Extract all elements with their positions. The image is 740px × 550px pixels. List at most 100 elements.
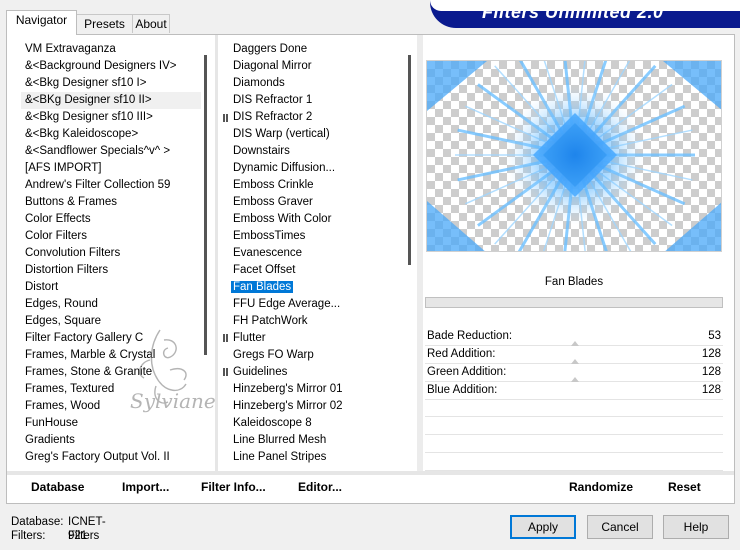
filter-item[interactable]: Line Blurred Mesh: [229, 432, 404, 449]
filter-item[interactable]: DIS Refractor 1: [229, 92, 404, 109]
category-item[interactable]: &<Background Designers IV>: [21, 58, 201, 75]
filter-item[interactable]: EmbossTimes: [229, 228, 404, 245]
category-item[interactable]: Greg's Factory Output Vol. II: [21, 449, 201, 466]
parameter-value: 128: [701, 348, 721, 360]
filter-item[interactable]: Line Panel Stripes: [229, 449, 404, 466]
slider-thumb-icon[interactable]: [571, 341, 579, 346]
filter-item[interactable]: Facet Offset: [229, 262, 404, 279]
filter-item-label: EmbossTimes: [233, 230, 306, 242]
parameter-label: Red Addition:: [427, 348, 496, 360]
parameter-row[interactable]: Blue Addition: 128: [425, 377, 723, 400]
category-item-label: FunHouse: [25, 417, 79, 429]
parameter-value: 128: [701, 384, 721, 396]
category-item[interactable]: &<Bkg Designer sf10 III>: [21, 109, 201, 126]
filter-item[interactable]: Evanescence: [229, 245, 404, 262]
category-item[interactable]: &<Bkg Designer sf10 I>: [21, 75, 201, 92]
filter-item-label: FH PatchWork: [233, 315, 308, 327]
database-label: Database:: [11, 516, 64, 528]
tab-about[interactable]: About: [132, 14, 170, 33]
filter-item-label: Emboss Graver: [233, 196, 313, 208]
filter-scrollbar[interactable]: [408, 55, 411, 265]
category-item[interactable]: Color Effects: [21, 211, 201, 228]
category-item-label: [AFS IMPORT]: [25, 162, 102, 174]
category-item[interactable]: Distort: [21, 279, 201, 296]
category-scrollbar[interactable]: [204, 55, 207, 355]
filter-item[interactable]: DIS Refractor 2: [229, 109, 404, 126]
filter-item[interactable]: Daggers Done: [229, 41, 404, 58]
filter-item[interactable]: Diamonds: [229, 75, 404, 92]
help-button[interactable]: Help: [663, 515, 729, 539]
cancel-button[interactable]: Cancel: [587, 515, 653, 539]
filter-item[interactable]: FFU Edge Average...: [229, 296, 404, 313]
filter-item[interactable]: Downstairs: [229, 143, 404, 160]
category-item-label: &<Bkg Designer sf10 I>: [25, 77, 147, 89]
filter-item-label: Guidelines: [233, 366, 288, 378]
editor-button[interactable]: Editor...: [298, 480, 342, 494]
tab-bar: Navigator Presets About: [6, 10, 426, 35]
category-item[interactable]: Buttons & Frames: [21, 194, 201, 211]
slider-thumb-icon[interactable]: [571, 359, 579, 364]
slider-thumb-icon[interactable]: [571, 377, 579, 382]
import-button[interactable]: Import...: [122, 480, 169, 494]
category-item-label: Convolution Filters: [25, 247, 121, 259]
progress-bar: [425, 297, 723, 308]
filter-item[interactable]: Emboss Crinkle: [229, 177, 404, 194]
parameter-label: Bade Reduction:: [427, 330, 513, 342]
filter-item[interactable]: Guidelines: [229, 364, 404, 381]
category-item-label: &<Sandflower Specials^v^ >: [25, 145, 171, 157]
category-item[interactable]: &<BKg Designer sf10 II>: [21, 92, 201, 109]
filter-list[interactable]: Daggers Done Diagonal Mirror Diamonds DIS R…: [229, 41, 404, 469]
category-item[interactable]: Andrew's Filter Collection 59: [21, 177, 201, 194]
tab-navigator[interactable]: Navigator: [6, 10, 77, 35]
window-title: Filters Unlimited 2.0: [482, 2, 664, 22]
category-item[interactable]: Gradients: [21, 432, 201, 449]
filter-item-label: Emboss Crinkle: [233, 179, 314, 191]
filters-count: 921: [68, 530, 88, 542]
empty-parameter-row: [425, 436, 723, 453]
filter-item-label: Diagonal Mirror: [233, 60, 312, 72]
filter-item[interactable]: Dynamic Diffusion...: [229, 160, 404, 177]
filter-item-label: Daggers Done: [233, 43, 308, 55]
category-item[interactable]: &<Bkg Kaleidoscope>: [21, 126, 201, 143]
filter-item-label: Hinzeberg's Mirror 02: [233, 400, 343, 412]
filter-item[interactable]: Gregs FO Warp: [229, 347, 404, 364]
category-item[interactable]: Edges, Round: [21, 296, 201, 313]
panel-button-row: Database Import... Filter Info... Editor…: [6, 476, 735, 500]
filter-item[interactable]: Flutter: [229, 330, 404, 347]
randomize-button[interactable]: Randomize: [569, 480, 633, 494]
filter-item[interactable]: Emboss Graver: [229, 194, 404, 211]
filter-item[interactable]: Hinzeberg's Mirror 02: [229, 398, 404, 415]
filter-item[interactable]: FH PatchWork: [229, 313, 404, 330]
filter-item[interactable]: Emboss With Color: [229, 211, 404, 228]
category-item-label: Frames, Wood: [25, 400, 101, 412]
tab-presets[interactable]: Presets: [76, 14, 133, 33]
filter-item[interactable]: Diagonal Mirror: [229, 58, 404, 75]
filter-item-label: Facet Offset: [233, 264, 296, 276]
category-item[interactable]: VM Extravaganza: [21, 41, 201, 58]
category-item-label: &<Background Designers IV>: [25, 60, 177, 72]
category-item-label: &<BKg Designer sf10 II>: [25, 94, 152, 106]
category-item[interactable]: &<Sandflower Specials^v^ >: [21, 143, 201, 160]
filter-marker-icon: [223, 114, 228, 122]
category-item[interactable]: Distortion Filters: [21, 262, 201, 279]
filter-item[interactable]: Kaleidoscope 8: [229, 415, 404, 432]
filter-item[interactable]: Hinzeberg's Mirror 01: [229, 381, 404, 398]
filter-item-label: Hinzeberg's Mirror 01: [233, 383, 343, 395]
filter-item-label: Line Blurred Mesh: [233, 434, 327, 446]
filter-info-button[interactable]: Filter Info...: [201, 480, 266, 494]
category-item-label: Andrew's Filter Collection 59: [25, 179, 171, 191]
filter-item-label: DIS Refractor 2: [233, 111, 313, 123]
category-item[interactable]: Convolution Filters: [21, 245, 201, 262]
filter-item[interactable]: DIS Warp (vertical): [229, 126, 404, 143]
category-item[interactable]: Color Filters: [21, 228, 201, 245]
filter-preview: [426, 60, 722, 252]
apply-button[interactable]: Apply: [510, 515, 576, 539]
parameter-value: 53: [708, 330, 721, 342]
reset-button[interactable]: Reset: [668, 480, 701, 494]
category-item[interactable]: [AFS IMPORT]: [21, 160, 201, 177]
category-item-label: &<Bkg Designer sf10 III>: [25, 111, 153, 123]
filter-item[interactable]: Fan Blades: [229, 279, 404, 296]
database-button[interactable]: Database: [31, 480, 84, 494]
category-item-label: Gradients: [25, 434, 75, 446]
category-item-label: Distortion Filters: [25, 264, 109, 276]
